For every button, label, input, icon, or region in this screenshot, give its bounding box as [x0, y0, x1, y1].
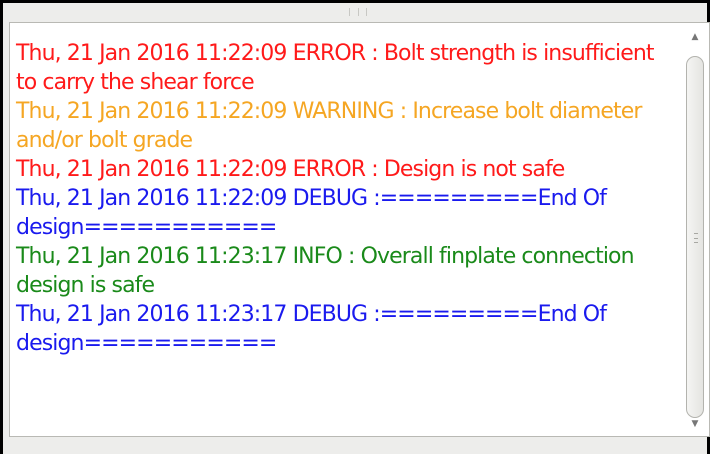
grip-icon — [694, 233, 698, 243]
log-entry-error: Thu, 21 Jan 2016 11:22:09 ERROR : Design… — [16, 157, 565, 182]
vertical-scrollbar[interactable]: ▲ ▼ — [684, 28, 706, 433]
chevron-up-icon[interactable]: ▲ — [686, 30, 704, 44]
chevron-down-icon[interactable]: ▼ — [686, 417, 704, 431]
log-entry-info: Thu, 21 Jan 2016 11:23:17 INFO : Overall… — [16, 244, 635, 298]
log-entry-debug: Thu, 21 Jan 2016 11:23:17 DEBUG :=======… — [16, 302, 607, 356]
splitter-handle[interactable] — [349, 6, 367, 18]
log-entry-debug: Thu, 21 Jan 2016 11:22:09 DEBUG :=======… — [16, 186, 607, 240]
log-entry-error: Thu, 21 Jan 2016 11:22:09 ERROR : Bolt s… — [16, 41, 655, 95]
log-entry-warning: Thu, 21 Jan 2016 11:22:09 WARNING : Incr… — [16, 99, 642, 153]
log-text-area[interactable]: Thu, 21 Jan 2016 11:22:09 ERROR : Bolt s… — [16, 39, 680, 358]
log-panel[interactable]: Thu, 21 Jan 2016 11:22:09 ERROR : Bolt s… — [9, 22, 710, 437]
log-dock-frame: Thu, 21 Jan 2016 11:22:09 ERROR : Bolt s… — [0, 0, 710, 454]
scrollbar-thumb[interactable] — [686, 56, 704, 418]
